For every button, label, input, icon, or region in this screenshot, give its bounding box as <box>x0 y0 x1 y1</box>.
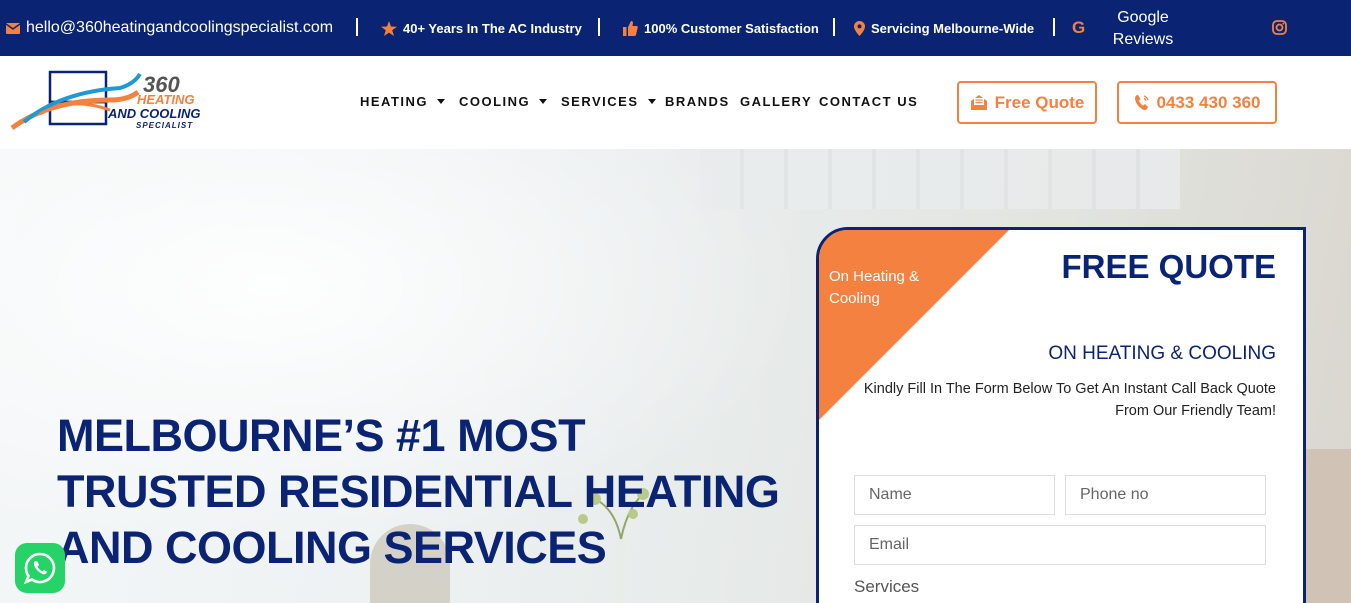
nav-brands[interactable]: BRANDS <box>665 94 730 109</box>
nav-label: HEATING <box>360 94 429 109</box>
envelope-open-icon <box>970 95 987 110</box>
card-corner-text: On Heating & Cooling <box>829 268 920 307</box>
google-icon: G <box>1072 18 1086 37</box>
phone-icon <box>1134 95 1149 110</box>
email-link[interactable]: hello@360heatingandcoolingspecialist.com <box>6 0 333 56</box>
whatsapp-icon <box>23 552 56 585</box>
google-reviews-link[interactable]: Google Reviews <box>1100 7 1186 51</box>
nav-gallery[interactable]: GALLERY <box>740 94 812 109</box>
nav-label: SERVICES <box>561 94 639 109</box>
hero-section: MELBOURNE’S #1 MOST TRUSTED RESIDENTIAL … <box>0 149 1351 603</box>
logo-text-heating: HEATING <box>137 92 195 107</box>
satisfaction-badge: 100% Customer Satisfaction <box>623 0 819 56</box>
free-quote-form-card: On Heating & Cooling FREE QUOTE ON HEATI… <box>816 227 1306 603</box>
thumbs-up-icon <box>623 20 638 36</box>
chevron-down-icon <box>647 99 656 104</box>
card-description: Kindly Fill In The Form Below To Get An … <box>863 381 1276 419</box>
nav-cooling[interactable]: COOLING <box>459 94 548 109</box>
hero-background-window <box>700 149 1180 209</box>
phone-button[interactable]: 0433 430 360 <box>1117 81 1277 124</box>
nav-services[interactable]: SERVICES <box>561 94 656 109</box>
site-logo[interactable]: 360 HEATING AND COOLING SPECIALIST <box>10 70 210 136</box>
card-subtitle: ON HEATING & COOLING <box>1048 343 1276 364</box>
logo-text-cooling: AND COOLING <box>108 106 201 121</box>
servicing-text: Servicing Melbourne-Wide <box>871 20 1035 36</box>
main-header: 360 HEATING AND COOLING SPECIALIST HEATI… <box>0 56 1351 149</box>
logo-text-specialist: SPECIALIST <box>136 121 194 130</box>
envelope-icon <box>6 22 20 34</box>
divider <box>1053 18 1055 36</box>
nav-contact-us[interactable]: CONTACT US <box>819 94 918 109</box>
instagram-icon[interactable] <box>1272 20 1287 40</box>
google-reviews-line2: Reviews <box>1112 31 1174 48</box>
email-text: hello@360heatingandcoolingspecialist.com <box>26 19 334 36</box>
name-field[interactable]: Name <box>854 475 1055 515</box>
divider <box>356 18 358 36</box>
years-text: 40+ Years In The AC Industry <box>403 20 582 36</box>
hero-title: MELBOURNE’S #1 MOST TRUSTED RESIDENTIAL … <box>57 410 780 573</box>
free-quote-button[interactable]: Free Quote <box>957 81 1097 124</box>
divider <box>833 18 835 36</box>
divider <box>598 18 600 36</box>
phone-label: 0433 430 360 <box>1156 92 1261 112</box>
servicing-badge: Servicing Melbourne-Wide <box>854 0 1034 56</box>
top-bar: hello@360heatingandcoolingspecialist.com… <box>0 0 1351 56</box>
email-field[interactable]: Email <box>854 525 1266 565</box>
years-badge: 40+ Years In The AC Industry <box>381 0 582 56</box>
phone-field[interactable]: Phone no <box>1065 475 1266 515</box>
whatsapp-button[interactable] <box>15 543 65 593</box>
satisfaction-text: 100% Customer Satisfaction <box>644 20 819 36</box>
nav-heating[interactable]: HEATING <box>360 94 446 109</box>
card-title: FREE QUOTE <box>1061 248 1276 285</box>
chevron-down-icon <box>539 99 548 104</box>
nav-label: GALLERY <box>740 94 813 109</box>
google-reviews-line1: Google <box>1117 9 1169 26</box>
services-label: Services <box>854 577 920 596</box>
star-icon <box>381 20 397 36</box>
nav-label: COOLING <box>459 94 531 109</box>
nav-label: BRANDS <box>665 94 730 109</box>
nav-label: CONTACT US <box>819 94 919 109</box>
chevron-down-icon <box>437 99 446 104</box>
map-pin-icon <box>854 20 865 36</box>
free-quote-label: Free Quote <box>994 92 1085 112</box>
